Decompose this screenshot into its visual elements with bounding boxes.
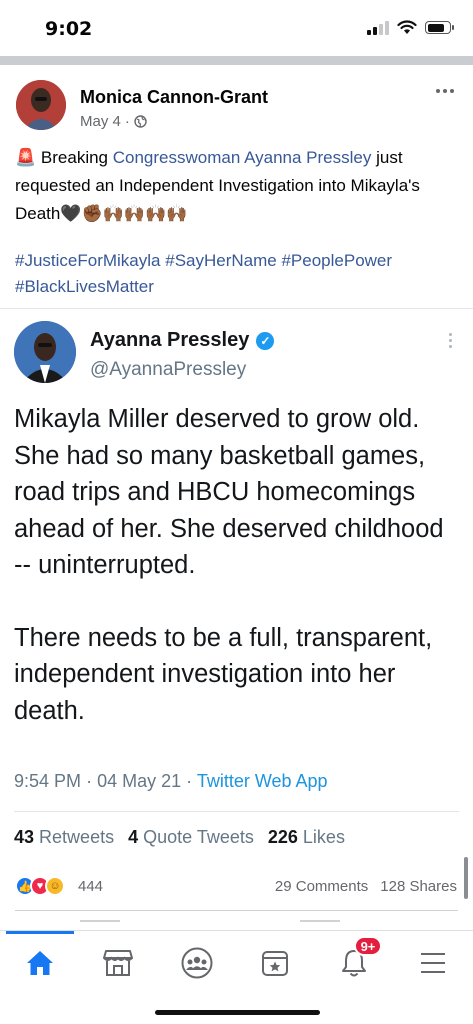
nav-menu[interactable]: [409, 943, 457, 983]
hashtag-link[interactable]: #JusticeForMikayla: [15, 251, 161, 270]
reaction-icons[interactable]: 👍 ♥ ☺: [15, 876, 65, 896]
nav-notifications[interactable]: 9+: [330, 936, 382, 983]
post-date[interactable]: May 4: [80, 113, 121, 130]
hashtags: #JusticeForMikayla #SayHerName #PeoplePo…: [15, 248, 458, 300]
home-indicator[interactable]: [155, 1010, 320, 1015]
tweet-handle: @AyannaPressley: [90, 359, 247, 380]
author-avatar[interactable]: [16, 80, 66, 130]
reactions-count[interactable]: 444: [78, 878, 103, 895]
status-icons: [367, 20, 454, 35]
bottom-navigation: 9+: [0, 930, 473, 1024]
wifi-icon: [397, 20, 417, 34]
tweet-source: Twitter Web App: [196, 771, 328, 791]
tweet-name-text: Ayanna Pressley: [90, 329, 250, 351]
cellular-signal-icon: [367, 20, 389, 35]
post-header: Monica Cannon-Grant May 4 ·: [14, 78, 459, 134]
menu-icon: [421, 953, 445, 973]
post-emoji-tail: 🖤✊🏾🙌🏾🙌🏾🙌🏾🙌🏾: [60, 204, 188, 223]
post-text: 🚨 Breaking Congresswoman Ayanna Pressley…: [15, 144, 458, 228]
verified-badge-icon: ✓: [256, 331, 275, 350]
post-actions-partial: [0, 918, 473, 930]
active-tab-indicator: [6, 931, 74, 934]
groups-icon: [181, 947, 213, 979]
globe-icon: [134, 115, 147, 128]
notifications-badge: 9+: [354, 936, 382, 956]
tweet-stats: 43 Retweets 4 Quote Tweets 226 Likes: [14, 827, 345, 848]
author-name[interactable]: Monica Cannon-Grant: [80, 87, 268, 108]
tweet-divider: [14, 811, 459, 812]
events-icon: [262, 951, 288, 976]
quote-tweets-stat: 4 Quote Tweets: [128, 827, 254, 847]
post-more-options-icon[interactable]: [433, 84, 457, 98]
status-time: 9:02: [45, 18, 93, 40]
status-bar: 9:02: [0, 0, 473, 56]
nav-home[interactable]: [16, 943, 64, 983]
nav-groups[interactable]: [173, 943, 221, 983]
tweet-body: Mikayla Miller deserved to grow old. She…: [14, 401, 454, 765]
tweet-author-name: Ayanna Pressley ✓: [90, 329, 275, 352]
battery-icon: [425, 21, 454, 34]
marketplace-icon: [103, 950, 133, 976]
tweet-avatar: [14, 321, 76, 383]
comments-count[interactable]: 29 Comments: [275, 878, 368, 895]
reactions-row: 👍 ♥ ☺ 444 29 Comments 128 Shares: [0, 868, 473, 904]
feed-divider: [0, 56, 473, 65]
tweet-paragraph: Mikayla Miller deserved to grow old. She…: [14, 405, 444, 579]
post-text-prefix: Breaking: [40, 148, 109, 167]
shares-count[interactable]: 128 Shares: [380, 878, 457, 895]
nav-marketplace[interactable]: [94, 943, 142, 983]
retweets-stat: 43 Retweets: [14, 827, 115, 847]
home-icon: [27, 951, 53, 975]
nav-events[interactable]: [251, 943, 299, 983]
alert-emoji: 🚨: [15, 148, 37, 167]
post-meta: May 4 ·: [80, 113, 147, 130]
tweet-date: 04 May 21: [97, 771, 182, 791]
hashtag-link[interactable]: #SayHerName: [165, 251, 277, 270]
tweet-time: 9:54 PM: [14, 771, 82, 791]
hashtag-link[interactable]: #BlackLivesMatter: [15, 277, 154, 296]
reactions-divider: [15, 910, 458, 911]
tweet-meta: 9:54 PM · 04 May 21 · Twitter Web App: [14, 771, 328, 791]
meta-separator: ·: [124, 113, 130, 130]
tweet-paragraph: There needs to be a full, transparent, i…: [14, 623, 433, 725]
likes-stat: 226 Likes: [267, 827, 345, 847]
mention-link[interactable]: Congresswoman Ayanna Pressley: [113, 148, 372, 167]
care-reaction-icon: ☺: [45, 876, 65, 896]
hashtag-link[interactable]: #PeoplePower: [281, 251, 392, 270]
embedded-tweet-image[interactable]: Ayanna Pressley ✓ @AyannaPressley Mikayl…: [0, 308, 473, 899]
engagement-counts: 29 Comments 128 Shares: [275, 878, 457, 895]
tweet-more-icon: [447, 333, 453, 353]
